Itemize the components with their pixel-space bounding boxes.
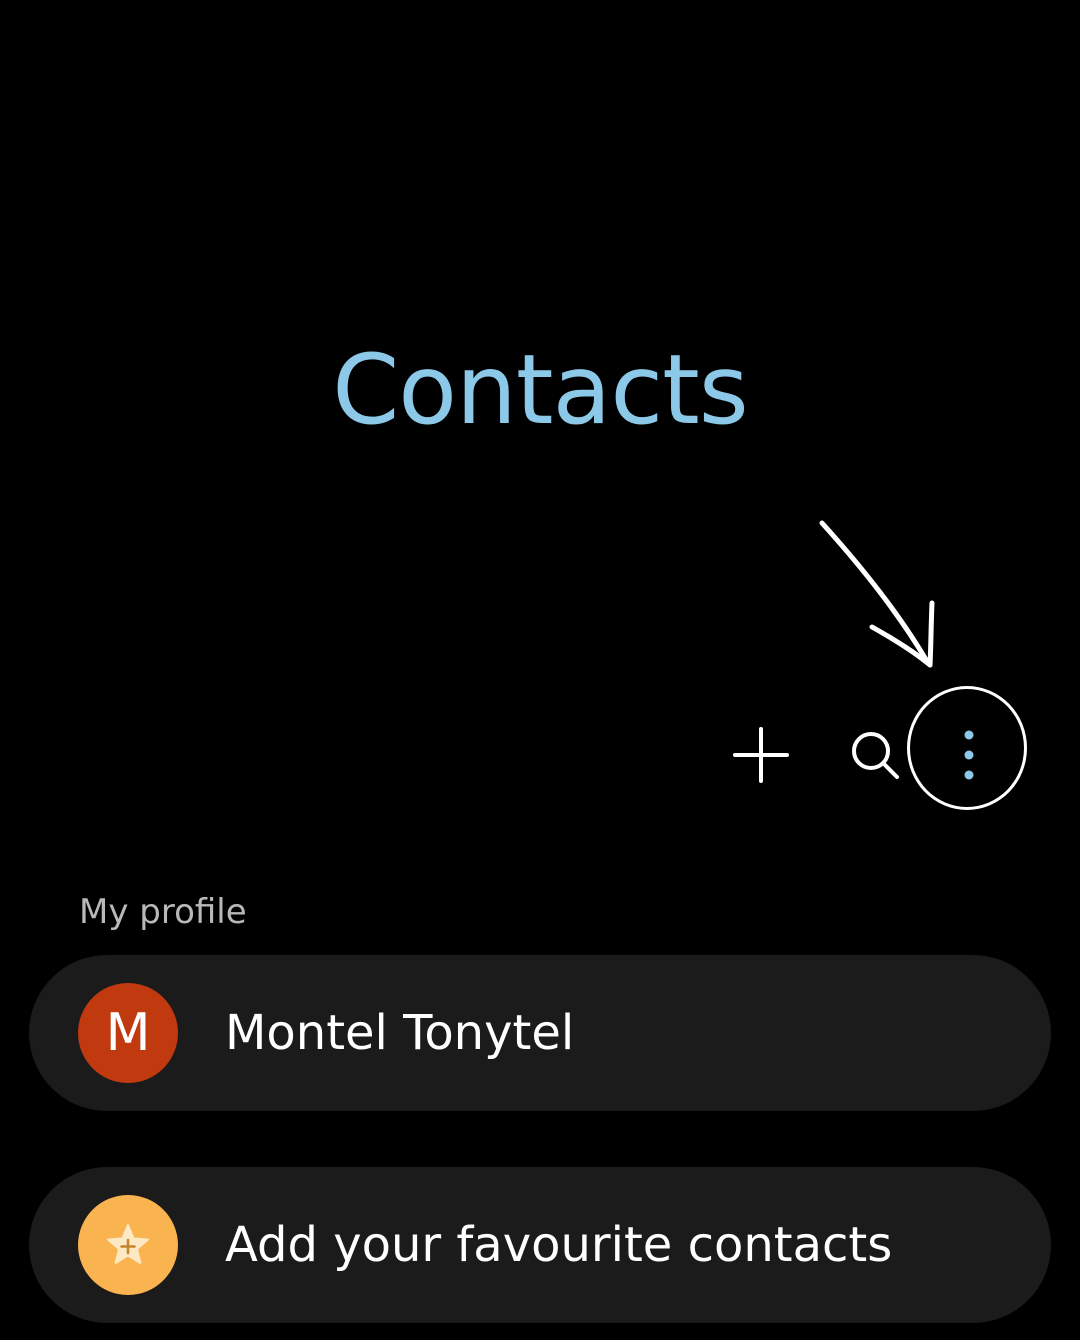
- more-vertical-icon: [964, 730, 974, 780]
- avatar-letter: M: [105, 1003, 151, 1063]
- add-favourites-label: Add your favourite contacts: [225, 1217, 893, 1273]
- plus-icon: [733, 727, 789, 783]
- star-plus-icon: [107, 1224, 149, 1264]
- add-favourites-card[interactable]: Add your favourite contacts: [29, 1167, 1051, 1323]
- avatar: M: [78, 983, 178, 1083]
- more-options-button[interactable]: [914, 700, 1024, 810]
- toolbar: [700, 686, 1040, 810]
- favourite-avatar: [78, 1195, 178, 1295]
- add-contact-button[interactable]: [706, 700, 816, 810]
- search-icon: [852, 732, 899, 779]
- my-profile-label: My profile: [79, 892, 247, 932]
- annotation-arrow-icon: [819, 520, 935, 668]
- profile-name: Montel Tonytel: [225, 1005, 575, 1061]
- my-profile-card[interactable]: M Montel Tonytel: [29, 955, 1051, 1111]
- page-title: Contacts: [332, 334, 749, 446]
